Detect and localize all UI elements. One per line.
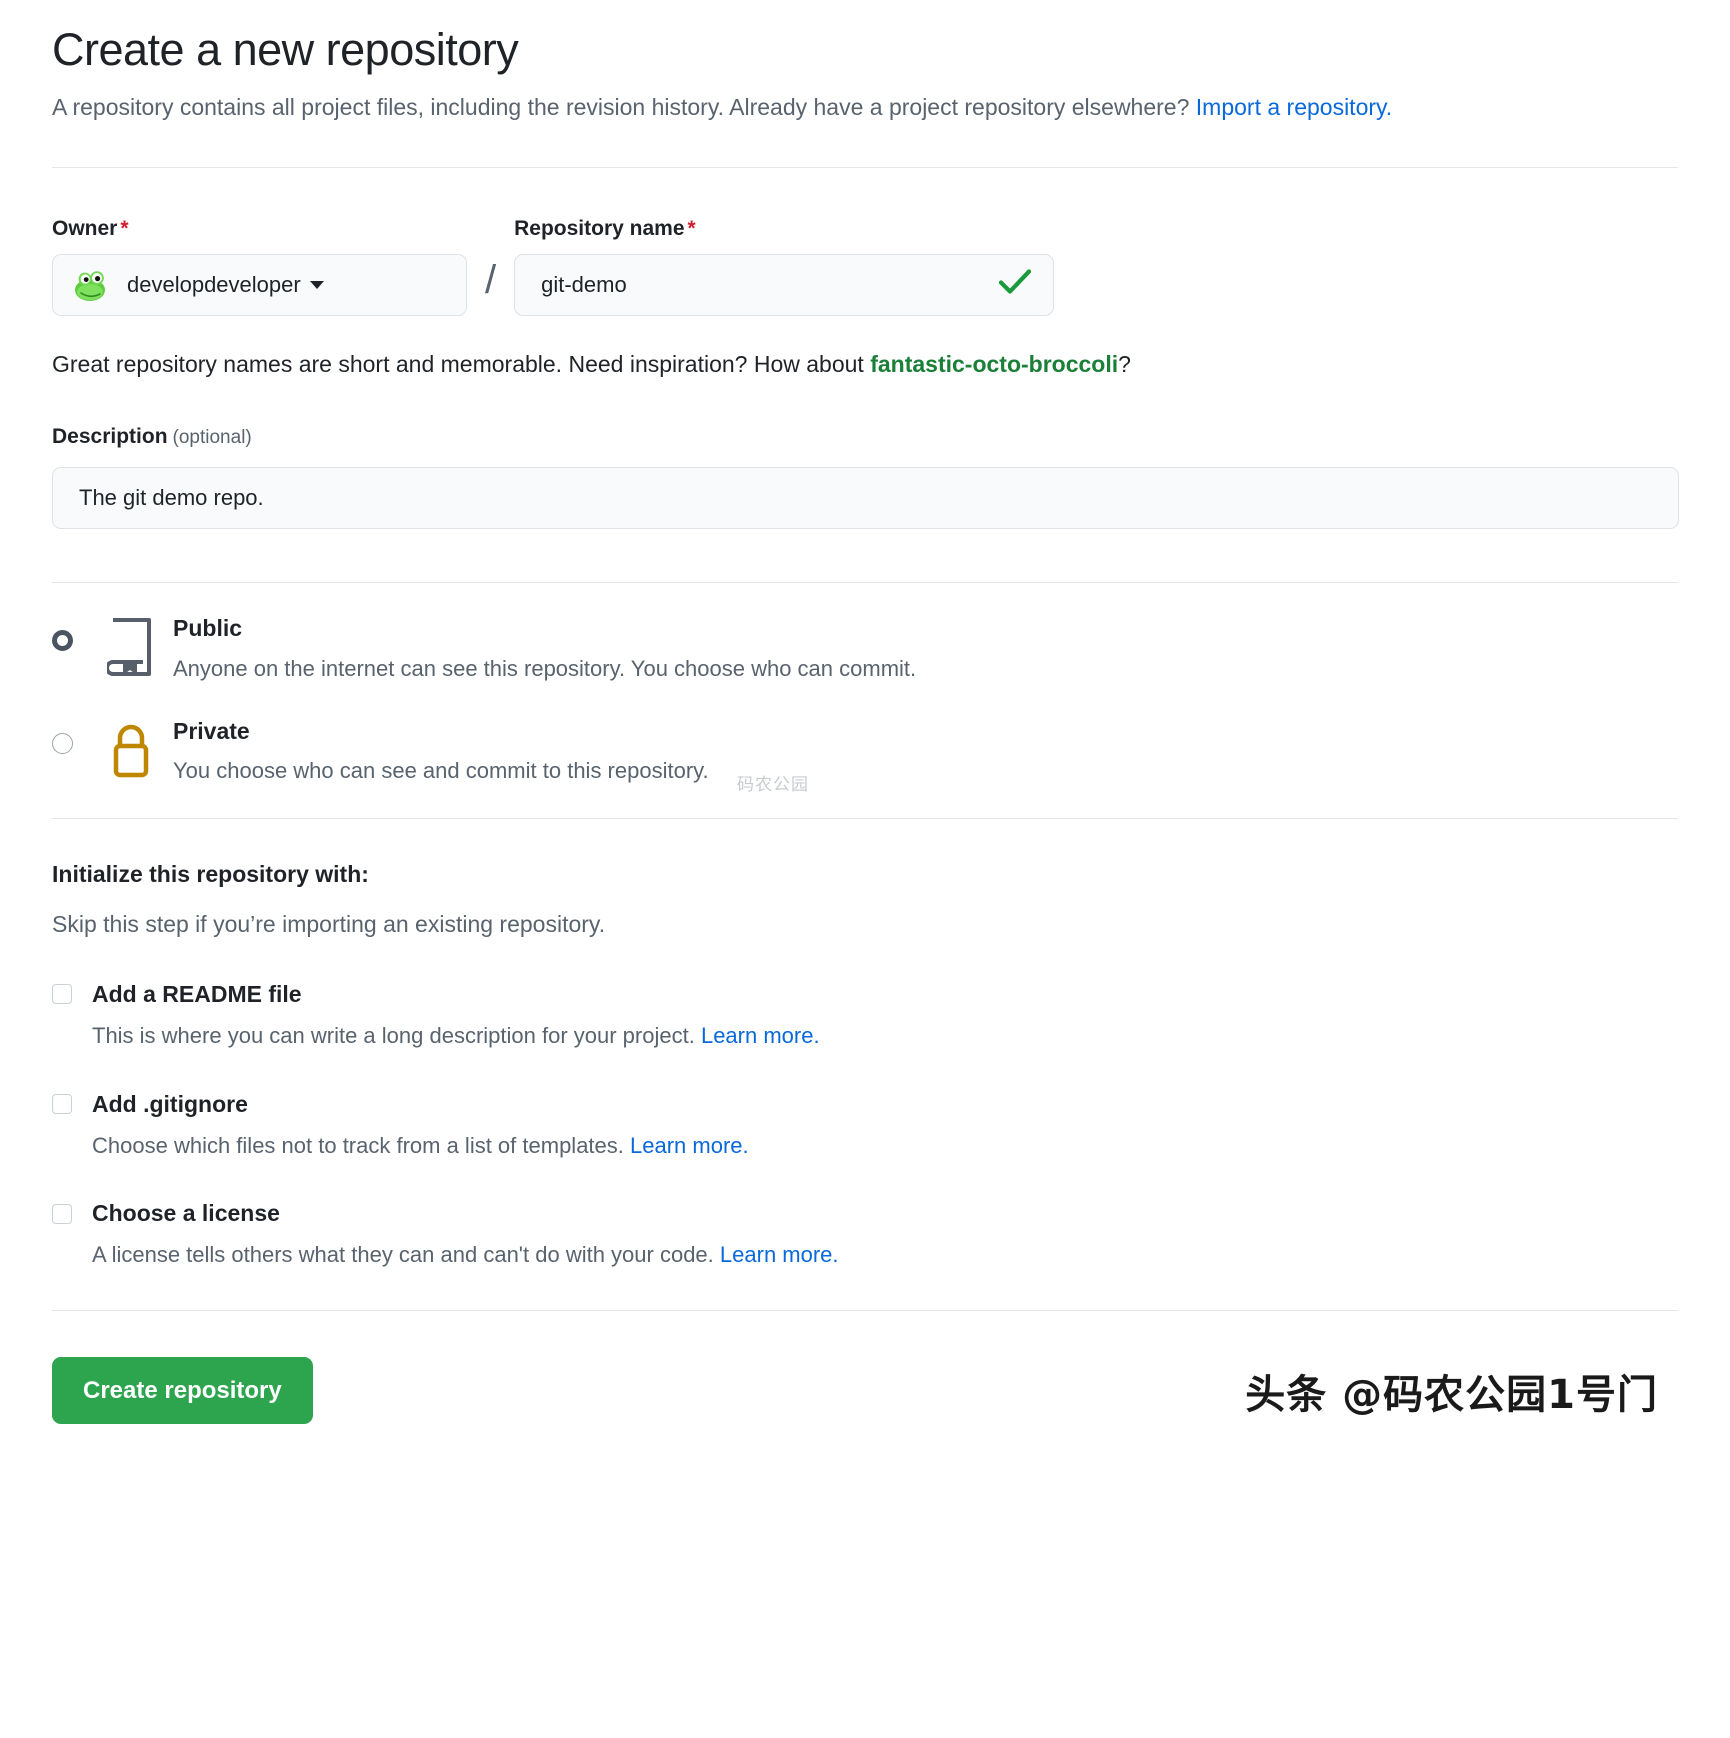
repo-book-icon bbox=[103, 616, 159, 678]
lock-icon bbox=[103, 719, 159, 781]
initialize-subtitle: Skip this step if you’re importing an ex… bbox=[52, 910, 606, 937]
import-repository-link[interactable]: Import a repository. bbox=[1196, 94, 1392, 120]
checkbox-choose-license[interactable] bbox=[52, 1203, 72, 1224]
radio-public[interactable] bbox=[52, 630, 73, 652]
init-option-gitignore-desc-text: Choose which files not to track from a l… bbox=[92, 1132, 631, 1158]
visibility-public-text: Public Anyone on the internet can see th… bbox=[173, 613, 916, 683]
visibility-public-desc: Anyone on the internet can see this repo… bbox=[173, 655, 917, 681]
page-subtitle-text: A repository contains all project files,… bbox=[52, 94, 1196, 121]
watermark: 头条 @码农公园1号门 bbox=[1245, 1371, 1658, 1418]
readme-learn-more-link[interactable]: Learn more. bbox=[701, 1023, 820, 1048]
owner-label-text: Owner bbox=[52, 216, 118, 240]
init-option-readme-desc-text: This is where you can write a long descr… bbox=[92, 1022, 701, 1048]
gitignore-learn-more-link[interactable]: Learn more. bbox=[630, 1133, 749, 1158]
page-title: Create a new repository bbox=[52, 24, 519, 75]
visibility-options: Public Anyone on the internet can see th… bbox=[52, 613, 1678, 786]
license-learn-more-link[interactable]: Learn more. bbox=[720, 1242, 839, 1267]
divider-header bbox=[52, 166, 1678, 168]
page-subtitle: A repository contains all project files,… bbox=[52, 90, 1512, 126]
visibility-private-title: Private bbox=[173, 717, 250, 744]
init-option-gitignore: Add .gitignore Choose which files not to… bbox=[52, 1091, 1678, 1161]
owner-repo-row: Owner * developdeveloper / Repository na… bbox=[52, 218, 1678, 316]
init-option-readme: Add a README file This is where you can … bbox=[52, 981, 1678, 1051]
repo-name-label-text: Repository name bbox=[514, 216, 685, 240]
owner-required-marker: * bbox=[120, 216, 129, 240]
init-option-license-head[interactable]: Choose a license bbox=[52, 1200, 1678, 1227]
repo-name-field-group: Repository name * bbox=[514, 218, 1055, 316]
owner-field-group: Owner * developdeveloper bbox=[52, 218, 467, 316]
owner-repo-separator: / bbox=[485, 257, 497, 302]
init-option-license-desc-text: A license tells others what they can and… bbox=[92, 1242, 720, 1268]
init-option-license: Choose a license A license tells others … bbox=[52, 1200, 1678, 1270]
repo-name-hint-after: ? bbox=[1118, 350, 1131, 377]
repo-name-hint-before: Great repository names are short and mem… bbox=[52, 350, 871, 377]
repo-name-required-marker: * bbox=[687, 216, 696, 240]
frog-avatar-icon bbox=[73, 266, 111, 304]
description-input[interactable] bbox=[52, 467, 1679, 530]
owner-name-label: developdeveloper bbox=[127, 271, 301, 297]
checkbox-add-gitignore[interactable] bbox=[52, 1094, 72, 1115]
repo-name-hint: Great repository names are short and mem… bbox=[52, 348, 1678, 380]
visibility-option-public[interactable]: Public Anyone on the internet can see th… bbox=[52, 613, 1678, 683]
owner-label: Owner * bbox=[52, 218, 467, 239]
suggested-name-link[interactable]: fantastic-octo-broccoli bbox=[870, 351, 1118, 377]
checkbox-add-readme[interactable] bbox=[52, 984, 72, 1005]
visibility-option-private[interactable]: Private You choose who can see and commi… bbox=[52, 716, 1678, 786]
init-option-readme-head[interactable]: Add a README file bbox=[52, 981, 1678, 1008]
divider-after-description bbox=[52, 582, 1678, 584]
create-repository-button[interactable]: Create repository bbox=[52, 1357, 313, 1425]
repo-name-label: Repository name * bbox=[514, 218, 1054, 239]
init-option-gitignore-desc: Choose which files not to track from a l… bbox=[92, 1131, 1678, 1161]
initialize-title: Initialize this repository with: bbox=[52, 860, 369, 887]
chevron-down-icon bbox=[309, 280, 324, 289]
init-option-readme-title: Add a README file bbox=[92, 980, 302, 1007]
divider-before-initialize bbox=[52, 817, 1678, 819]
create-repository-page: Create a new repository A repository con… bbox=[0, 0, 1730, 1425]
description-label-text: Description bbox=[52, 425, 168, 449]
description-label: Description (optional) bbox=[52, 425, 1678, 449]
init-option-readme-desc: This is where you can write a long descr… bbox=[92, 1021, 1678, 1051]
init-option-license-desc: A license tells others what they can and… bbox=[92, 1240, 1678, 1270]
divider-before-footer bbox=[52, 1310, 1678, 1312]
radio-private[interactable] bbox=[52, 732, 73, 754]
visibility-private-text: Private You choose who can see and commi… bbox=[173, 716, 709, 786]
owner-dropdown-button[interactable]: developdeveloper bbox=[52, 253, 467, 316]
repo-name-input-wrapper bbox=[514, 253, 1055, 316]
init-option-gitignore-title: Add .gitignore bbox=[92, 1090, 248, 1117]
init-option-gitignore-head[interactable]: Add .gitignore bbox=[52, 1091, 1678, 1118]
initialize-options: Add a README file This is where you can … bbox=[52, 981, 1678, 1270]
init-option-license-title: Choose a license bbox=[92, 1200, 280, 1227]
visibility-private-desc: You choose who can see and commit to thi… bbox=[173, 758, 709, 784]
footer-actions: Create repository 头条 @码农公园1号门 bbox=[52, 1357, 1678, 1425]
repo-name-input[interactable] bbox=[514, 253, 1055, 316]
description-optional-tag: (optional) bbox=[172, 427, 252, 449]
visibility-public-title: Public bbox=[173, 615, 243, 642]
